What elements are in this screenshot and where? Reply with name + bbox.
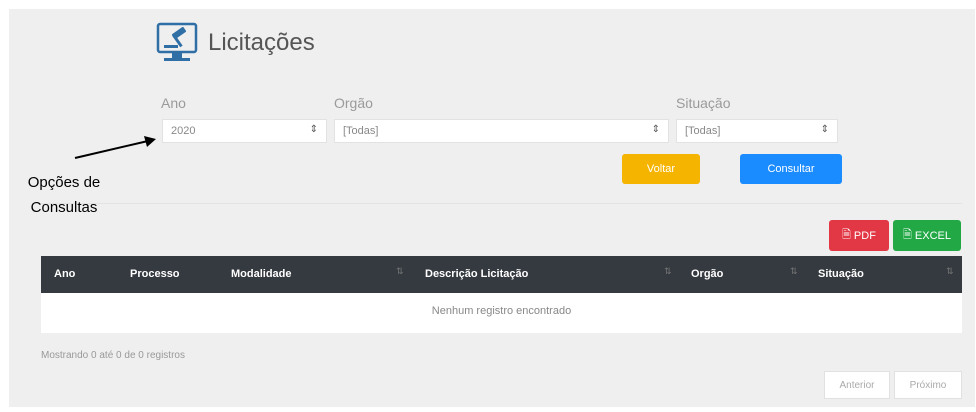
sort-icon: ⇅ [396, 266, 404, 276]
export-pdf-button[interactable]: 🗎 PDF [829, 220, 889, 251]
divider [40, 203, 962, 204]
empty-message: Nenhum registro encontrado [431, 305, 572, 317]
annotation-line-1: Opções de [27, 174, 101, 191]
sort-icon: ⇅ [946, 266, 954, 276]
column-header-modalidade[interactable]: Modalidade [231, 268, 292, 280]
page-header: Licitações [152, 18, 315, 68]
orgao-select[interactable]: [Todas] ⇕ [334, 119, 669, 143]
column-header-processo[interactable]: Processo [130, 268, 180, 280]
column-header-orgao[interactable]: Orgão [691, 268, 723, 280]
next-page-button[interactable]: Próximo [894, 371, 962, 399]
ano-select-value: 2020 [171, 125, 196, 137]
situacao-label: Situação [676, 95, 731, 111]
voltar-button[interactable]: Voltar [622, 154, 700, 184]
page-title: Licitações [208, 29, 315, 56]
table-body: Nenhum registro encontrado [41, 293, 962, 333]
annotation-line-2: Consultas [30, 199, 98, 216]
excel-file-icon: 🗎 [903, 229, 912, 241]
consultar-button[interactable]: Consultar [740, 154, 842, 184]
annotation-arrow-icon [74, 136, 156, 159]
annotation-text: Opções de Consultas [14, 170, 114, 220]
table-header: Ano Processo Modalidade ⇅ Descrição Lici… [41, 256, 962, 293]
pdf-file-icon: 🗎 [842, 229, 851, 241]
gavel-monitor-icon [156, 22, 198, 61]
situacao-select-value: [Todas] [685, 125, 721, 137]
orgao-select-value: [Todas] [343, 125, 379, 137]
export-pdf-label: PDF [853, 229, 876, 242]
select-arrows-icon: ⇕ [651, 124, 660, 135]
select-arrows-icon: ⇕ [820, 124, 829, 135]
content-panel [9, 9, 975, 407]
ano-select[interactable]: 2020 ⇕ [162, 119, 327, 143]
results-table: Ano Processo Modalidade ⇅ Descrição Lici… [41, 256, 962, 333]
select-arrows-icon: ⇕ [309, 124, 318, 135]
table-info: Mostrando 0 até 0 de 0 registros [41, 350, 185, 361]
column-header-descricao[interactable]: Descrição Licitação [425, 268, 528, 280]
prev-page-button[interactable]: Anterior [824, 371, 890, 399]
export-excel-button[interactable]: 🗎 EXCEL [893, 220, 961, 251]
ano-label: Ano [161, 95, 186, 111]
column-header-ano[interactable]: Ano [54, 268, 75, 280]
orgao-label: Orgão [334, 95, 373, 111]
situacao-select[interactable]: [Todas] ⇕ [676, 119, 838, 143]
sort-icon: ⇅ [664, 266, 672, 276]
sort-icon: ⇅ [790, 266, 798, 276]
column-header-situacao[interactable]: Situação [818, 268, 864, 280]
export-excel-label: EXCEL [914, 229, 951, 242]
